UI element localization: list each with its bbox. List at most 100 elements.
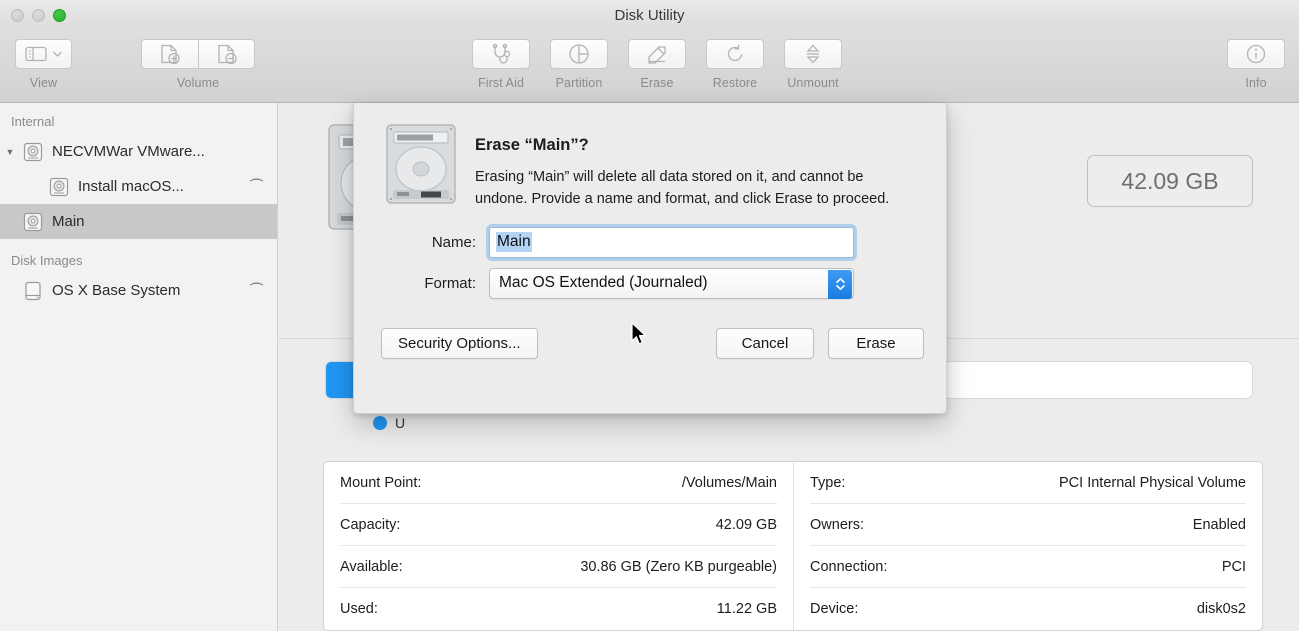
sidebar-item-label: Main (52, 213, 85, 230)
sidebar-section-internal-header: Internal (11, 114, 55, 129)
volume-segmented-control (141, 39, 255, 69)
info-key: Connection: (810, 558, 888, 575)
restore-icon (724, 43, 746, 65)
info-value: PCI (1221, 558, 1246, 575)
internal-disk-icon (20, 141, 46, 163)
volume-label: Volume (176, 76, 220, 90)
toolbar-actions: First Aid Partition Erase Restore Unmoun… (472, 39, 842, 90)
chevron-updown-icon[interactable] (828, 269, 852, 299)
info-button[interactable] (1227, 39, 1285, 69)
info-value: disk0s2 (1196, 601, 1246, 617)
info-row-device: Device: disk0s2 (810, 588, 1246, 630)
first-aid-button[interactable] (472, 39, 530, 69)
info-label: Info (1245, 76, 1267, 90)
capacity-badge: 42.09 GB (1087, 155, 1253, 207)
disclosure-triangle-icon[interactable]: ▼ (0, 147, 20, 157)
info-key: Device: (810, 601, 859, 617)
partition-action: Partition (550, 39, 608, 90)
info-key: Available: (340, 558, 403, 575)
sidebar-section-disk-images-header: Disk Images (11, 253, 83, 268)
legend-label: U (395, 415, 406, 431)
chevron-down-icon (52, 50, 63, 58)
sidebar-item-label: Install macOS... (78, 178, 184, 195)
eject-icon[interactable]: ⏜ (250, 178, 263, 195)
info-value: Enabled (1192, 516, 1246, 533)
restore-action: Restore (706, 39, 764, 90)
erase-action: Erase (628, 39, 686, 90)
info-column-right: Type: PCI Internal Physical Volume Owner… (793, 462, 1262, 630)
add-volume-icon (157, 43, 183, 65)
partition-label: Partition (555, 76, 603, 90)
info-key: Used: (340, 601, 378, 617)
sidebar-item-necvmwar[interactable]: ▼ NECVMWar VMware... (0, 134, 277, 169)
info-value: 42.09 GB (715, 516, 777, 533)
sidebar-item-osx-base-system[interactable]: OS X Base System ⏜ (0, 273, 277, 308)
toolbar: View Volume First Aid Partition Erase Re… (0, 31, 1299, 103)
info-value: 30.86 GB (Zero KB purgeable) (580, 558, 777, 575)
sidebar-item-main[interactable]: Main (0, 204, 277, 239)
volume-control-group: Volume (141, 39, 255, 90)
dialog-title: Erase “Main”? (475, 136, 589, 154)
format-select-value: Mac OS Extended (Journaled) (499, 274, 708, 292)
window-title: Disk Utility (614, 7, 685, 24)
hard-drive-icon (381, 122, 461, 211)
remove-volume-button[interactable] (198, 39, 255, 69)
sidebar: Internal ▼ NECVMWar VMware... Install ma… (0, 103, 278, 631)
cancel-button[interactable]: Cancel (716, 327, 814, 359)
info-row-used: Used: 11.22 GB (340, 588, 777, 630)
format-label: Format: (424, 274, 476, 292)
title-bar: Disk Utility (0, 0, 1299, 31)
restore-label: Restore (712, 76, 758, 90)
legend-color-dot (373, 416, 387, 430)
view-button[interactable] (15, 39, 72, 69)
unmount-button[interactable] (784, 39, 842, 69)
dialog-body-text: Erasing “Main” will delete all data stor… (475, 169, 890, 208)
erase-icon (645, 43, 669, 65)
sidebar-item-install-macos[interactable]: Install macOS... ⏜ (0, 169, 277, 204)
unmount-icon (803, 43, 823, 65)
view-control-group: View (15, 39, 72, 90)
info-value: /Volumes/Main (681, 474, 777, 491)
info-control-group: Info (1227, 39, 1285, 90)
info-row-owners: Owners: Enabled (810, 504, 1246, 546)
info-row-connection: Connection: PCI (810, 546, 1246, 588)
info-column-left: Mount Point: /Volumes/Main Capacity: 42.… (324, 462, 793, 630)
internal-disk-icon (20, 211, 46, 233)
first-aid-action: First Aid (472, 39, 530, 90)
info-key: Owners: (810, 516, 864, 533)
dialog-header: Erase “Main”? Erasing “Main” will delete… (354, 103, 946, 211)
unmount-action: Unmount (784, 39, 842, 90)
partition-button[interactable] (550, 39, 608, 69)
dialog-text-block: Erase “Main”? Erasing “Main” will delete… (475, 122, 905, 211)
info-key: Capacity: (340, 516, 401, 533)
info-value: PCI Internal Physical Volume (1059, 474, 1246, 491)
add-volume-button[interactable] (141, 39, 198, 69)
info-key: Mount Point: (340, 474, 422, 491)
info-circle-icon (1245, 43, 1267, 65)
security-options-button[interactable]: Security Options... (381, 327, 538, 359)
info-key: Type: (810, 474, 846, 491)
dialog-button-row: Security Options... Cancel Erase (354, 327, 946, 359)
name-input-value: Main (496, 232, 532, 253)
disk-image-icon (20, 280, 46, 302)
format-select[interactable]: Mac OS Extended (Journaled) (489, 267, 854, 299)
name-input[interactable]: Main (489, 226, 854, 258)
remove-volume-icon (214, 43, 240, 65)
erase-confirmation-dialog: Erase “Main”? Erasing “Main” will delete… (353, 103, 947, 414)
sidebar-item-label: OS X Base System (52, 282, 181, 299)
erase-button[interactable] (628, 39, 686, 69)
first-aid-label: First Aid (477, 76, 525, 90)
info-row-type: Type: PCI Internal Physical Volume (810, 462, 1246, 504)
restore-button[interactable] (706, 39, 764, 69)
name-label: Name: (431, 233, 476, 251)
mouse-cursor (631, 322, 648, 347)
disk-utility-window: Disk Utility View Volume First Aid Parti… (0, 0, 1299, 631)
format-form-row: Format: Mac OS Extended (Journaled) (354, 267, 946, 299)
erase-confirm-button[interactable]: Erase (828, 327, 924, 359)
name-form-row: Name: Main (354, 226, 946, 258)
eject-icon[interactable]: ⏜ (250, 282, 263, 299)
internal-disk-icon (46, 176, 72, 198)
info-row-capacity: Capacity: 42.09 GB (340, 504, 777, 546)
volume-info-panel: Mount Point: /Volumes/Main Capacity: 42.… (323, 461, 1263, 631)
view-label: View (29, 76, 58, 90)
